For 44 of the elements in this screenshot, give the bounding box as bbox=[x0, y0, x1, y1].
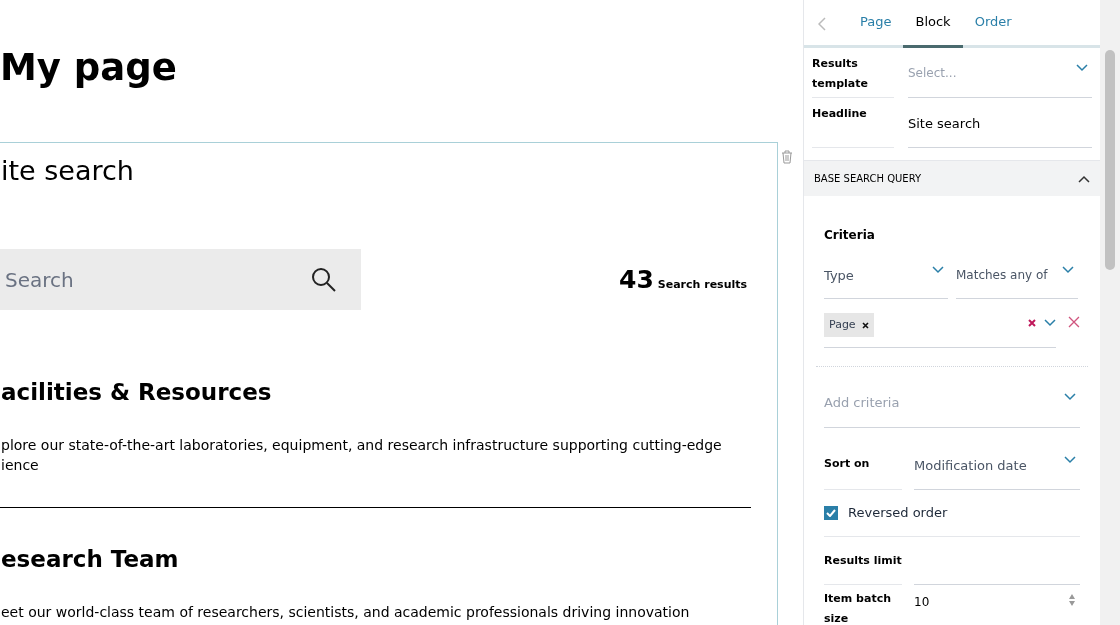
chevron-down-icon bbox=[1076, 64, 1088, 72]
chevron-down-icon bbox=[1064, 393, 1076, 401]
trash-icon[interactable] bbox=[781, 150, 793, 164]
limit-label: Results limit bbox=[824, 537, 902, 585]
chevron-down-icon bbox=[1044, 319, 1057, 327]
scrollbar[interactable] bbox=[1100, 0, 1120, 625]
checkbox-label: Reversed order bbox=[848, 504, 948, 523]
section-header[interactable]: BASE SEARCH QUERY bbox=[804, 160, 1100, 196]
panel-tab[interactable]: Order bbox=[962, 11, 1024, 48]
results-count: 43 bbox=[619, 264, 654, 296]
sort-label: Sort on bbox=[824, 446, 902, 490]
field-select[interactable]: Type bbox=[824, 260, 948, 299]
page-title: My page bbox=[0, 45, 177, 91]
panel-tab[interactable]: Page bbox=[848, 11, 904, 48]
result-description: plore our state-of-the-art laboratories, equipment, and research infrastructure supporting cutting-edge bbox=[1, 436, 722, 455]
value-select[interactable]: Page bbox=[824, 309, 1057, 348]
search-icon[interactable] bbox=[311, 267, 337, 293]
results-label: Search results bbox=[657, 277, 748, 293]
field-label: Headline bbox=[812, 98, 894, 148]
scrollbar-thumb[interactable] bbox=[1105, 50, 1115, 270]
batch-input[interactable]: 10 bbox=[914, 585, 1080, 625]
field-label: Results template bbox=[812, 48, 894, 98]
remove-criterion-icon[interactable] bbox=[1068, 315, 1080, 328]
value-tag: Page bbox=[824, 313, 874, 337]
result-title[interactable]: acilities & Resources bbox=[1, 375, 272, 410]
result-title[interactable]: esearch Team bbox=[1, 542, 179, 577]
batch-label: Item batch size bbox=[824, 591, 892, 625]
result-description: eet our world-class team of researchers, scientists, and academic professionals driving innovation bbox=[1, 603, 690, 622]
clear-icon[interactable] bbox=[1028, 319, 1037, 327]
chevron-down-icon bbox=[1064, 456, 1076, 464]
result-description: ience bbox=[1, 456, 39, 475]
operator-select[interactable]: Matches any of bbox=[956, 260, 1078, 299]
reversed-checkbox[interactable] bbox=[824, 506, 838, 520]
criteria-label: Criteria bbox=[824, 227, 876, 244]
panel-tab[interactable]: Block bbox=[903, 11, 963, 48]
block-headline: ite search bbox=[1, 154, 134, 188]
chevron-down-icon bbox=[1062, 266, 1074, 274]
sort-select[interactable]: Modification date bbox=[914, 446, 1080, 490]
headline-input[interactable]: Site search bbox=[908, 98, 1092, 148]
remove-tag-icon[interactable] bbox=[861, 321, 869, 329]
chevron-down-icon bbox=[932, 266, 944, 274]
search-field[interactable]: Search bbox=[0, 249, 361, 310]
spinner-icon[interactable] bbox=[1068, 593, 1076, 607]
chevron-up-icon bbox=[1078, 174, 1090, 183]
